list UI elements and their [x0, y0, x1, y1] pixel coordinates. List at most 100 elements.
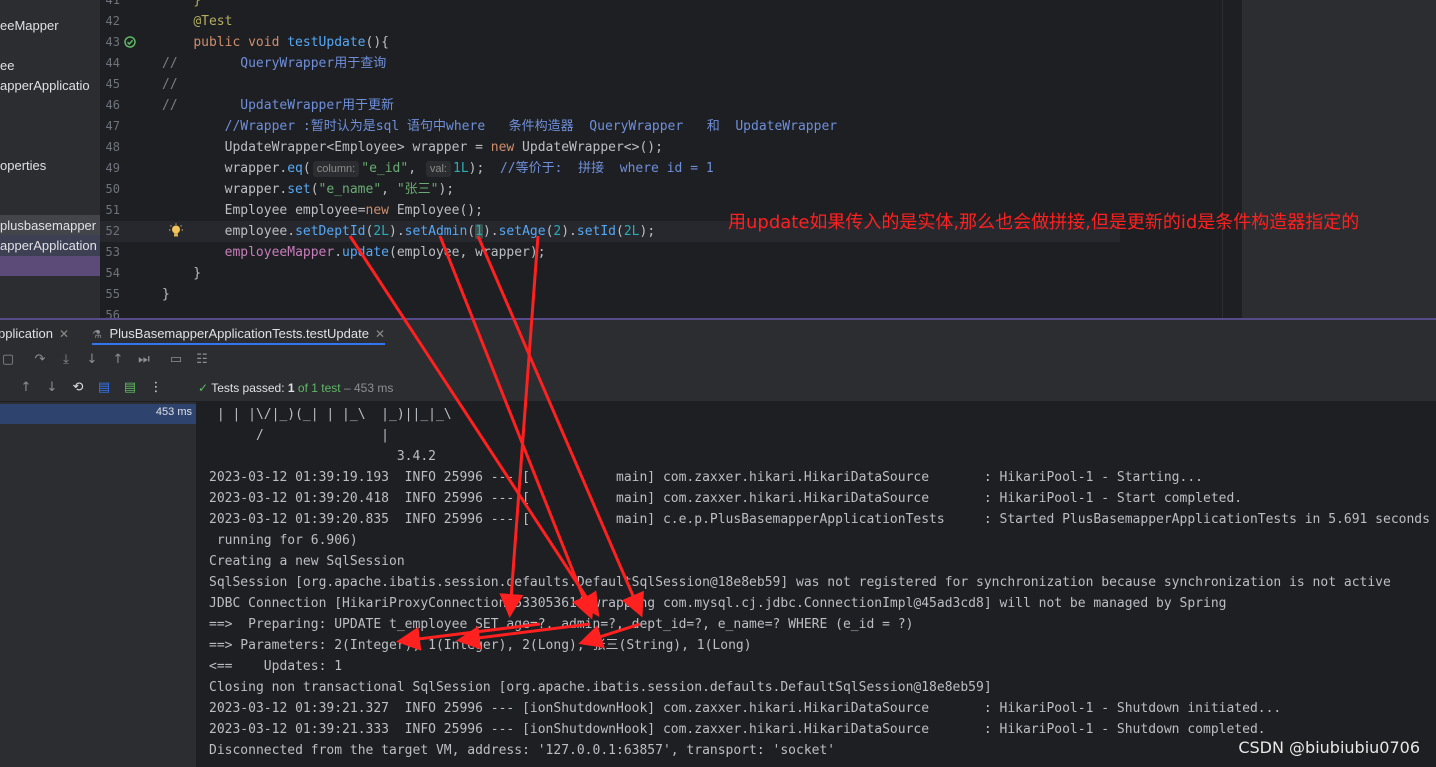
code-text: Employee employee=new Employee(); — [224, 203, 483, 218]
close-icon[interactable]: ✕ — [375, 327, 385, 341]
code-line: 43 public void testUpdate(){ — [100, 32, 1120, 53]
console-line: 3.4.2 — [209, 449, 436, 464]
prev-failed-icon[interactable]: ↑ — [18, 380, 34, 396]
step-down-icon[interactable]: ⤓ — [58, 352, 74, 368]
console-line: Disconnected from the target VM, address… — [209, 743, 836, 758]
code-line: 42 @Test — [100, 11, 1120, 32]
line-number: 42 — [105, 14, 120, 28]
console-output[interactable]: | | |\/|_)(_| | |_\ |_)||_|_\ / | 3.4.2 … — [196, 402, 1436, 767]
watermark: CSDN @biubiubiu0706 — [1238, 738, 1420, 757]
code-line: 46 // UpdateWrapper用于更新 — [100, 95, 1120, 116]
code-text: @Test — [193, 14, 233, 29]
console-line: Closing non transactional SqlSession [or… — [209, 680, 992, 695]
right-margin-guide — [1222, 0, 1223, 318]
line-number: 53 — [105, 245, 120, 259]
code-text: } — [193, 0, 202, 8]
annotation-note: 用update如果传入的是实体,那么也会做拼接,但是更新的id是条件构造器指定的 — [728, 212, 1360, 233]
console-line: 2023-03-12 01:39:19.193 INFO 25996 --- [… — [209, 470, 1203, 485]
code-text: wrapper.set("e_name", "张三"); — [162, 182, 455, 197]
code-line: 48 UpdateWrapper<Employee> wrapper = new… — [100, 137, 1120, 158]
console-line: 2023-03-12 01:39:20.418 INFO 25996 --- [… — [209, 491, 1243, 506]
console-line: ==> Parameters: 2(Integer), 1(Integer), … — [209, 638, 752, 653]
project-tree-item[interactable]: eeMapper — [0, 15, 59, 36]
project-tree-item-selected[interactable]: plusbasemapper — [0, 215, 100, 236]
line-number: 47 — [105, 119, 120, 133]
code-text: // QueryWrapper用于查询 — [162, 56, 387, 71]
code-line: 54 } — [100, 263, 1120, 284]
code-line: 50 wrapper.set("e_name", "张三"); — [100, 179, 1120, 200]
code-line: 47 //Wrapper :暂时认为是sql 语句中where 条件构造器 Qu… — [100, 116, 1120, 137]
test-tree: 453 ms — [0, 402, 196, 767]
run-tab-label: PlusBasemapperApplicationTests.testUpdat… — [109, 326, 369, 341]
status-of: of 1 test — [294, 381, 341, 395]
line-number: 51 — [105, 203, 120, 217]
code-line: 49 wrapper.eq(column: "e_id", val: 1L); //… — [100, 158, 1120, 179]
console-line: ==> Preparing: UPDATE t_employee SET age… — [209, 617, 914, 632]
code-line: 53 employeeMapper.update(employee, wrapp… — [100, 242, 1120, 263]
rerun-icon[interactable]: ↷ — [32, 352, 48, 368]
project-tree-item[interactable]: ee — [0, 55, 14, 76]
test-toolbar: ↑ ↓ ⟲ ▤ ▤ ⋮ ✓ Tests passed: 1 of 1 test … — [0, 374, 1436, 402]
console-line: SqlSession [org.apache.ibatis.session.de… — [209, 575, 1391, 590]
status-passed-count: 1 — [287, 381, 295, 395]
test-tree-row[interactable]: 453 ms — [0, 404, 196, 424]
step-into-icon[interactable]: ↓ — [84, 352, 100, 368]
code-text: //Wrapper :暂时认为是sql 语句中where 条件构造器 Query… — [224, 119, 838, 134]
run-to-cursor-icon[interactable]: ⏭ — [136, 352, 152, 368]
console-line: running for 6.906) — [209, 533, 358, 548]
line-number: 50 — [105, 182, 120, 196]
code-text: employee.setDeptId(2L).setAdmin(1).setAg… — [162, 224, 656, 239]
selection-highlight — [0, 256, 100, 276]
check-icon: ✓ — [198, 381, 209, 395]
param-hint: val: — [425, 161, 451, 177]
project-tree-item[interactable]: apperApplicatio — [0, 75, 90, 96]
code-text: UpdateWrapper<Employee> wrapper = new Up… — [224, 140, 663, 155]
export-icon[interactable]: ▤ — [96, 380, 112, 396]
step-out-icon[interactable]: ↑ — [110, 352, 126, 368]
line-number: 56 — [105, 308, 120, 318]
test-passed-gutter-icon[interactable] — [124, 36, 136, 48]
run-tab[interactable]: pplication ✕ — [0, 323, 69, 345]
close-icon[interactable]: ✕ — [59, 327, 69, 341]
code-line: 56 — [100, 305, 1120, 318]
code-editor[interactable]: 41 } 42 @Test 43 public void testUpdate(… — [100, 0, 1436, 318]
line-number: 41 — [105, 0, 120, 7]
next-failed-icon[interactable]: ↓ — [44, 380, 60, 396]
console-line: | | |\/|_)(_| | |_\ |_)||_|_\ — [209, 407, 452, 422]
test-tube-icon: ⚗ — [92, 329, 102, 341]
code-text: // — [162, 77, 178, 92]
line-number: 55 — [105, 287, 120, 301]
run-tab-active[interactable]: ⚗ PlusBasemapperApplicationTests.testUpd… — [92, 323, 385, 345]
line-number: 54 — [105, 266, 120, 280]
more-icon[interactable]: ⋮ — [148, 380, 164, 396]
run-tab-bar: pplication ✕ ⚗ PlusBasemapperApplicationT… — [0, 318, 1436, 346]
history-icon[interactable]: ⟲ — [70, 380, 86, 396]
code-line: 41 } — [100, 0, 1120, 11]
code-text: employeeMapper.update(employee, wrapper)… — [224, 245, 546, 260]
test-duration: 453 ms — [155, 406, 192, 418]
project-tree-item[interactable]: operties — [0, 155, 46, 176]
param-hint: column: — [312, 161, 360, 177]
console-line: 2023-03-12 01:39:21.327 INFO 25996 --- [… — [209, 701, 1282, 716]
layout-icon[interactable]: ▢ — [0, 352, 16, 368]
console-line: Creating a new SqlSession — [209, 554, 405, 569]
code-line: 45 // — [100, 74, 1120, 95]
code-text: } — [162, 266, 202, 281]
line-number: 43 — [105, 35, 120, 49]
line-number: 49 — [105, 161, 120, 175]
line-number: 45 — [105, 77, 120, 91]
run-toolbar: ▢ ↷ ⤓ ↓ ↑ ⏭ ▭ ☷ — [0, 346, 1436, 374]
import-icon[interactable]: ▤ — [122, 380, 138, 396]
project-tree-item[interactable]: apperApplication — [0, 235, 100, 256]
console-line: 2023-03-12 01:39:20.835 INFO 25996 --- [… — [209, 512, 1436, 527]
line-number: 52 — [105, 224, 120, 238]
line-number: 44 — [105, 56, 120, 70]
test-status: ✓ Tests passed: 1 of 1 test – 453 ms — [198, 380, 393, 396]
console-line: JDBC Connection [HikariProxyConnection@5… — [209, 596, 1227, 611]
settings-icon[interactable]: ☷ — [194, 352, 210, 368]
code-text: // UpdateWrapper用于更新 — [162, 98, 395, 113]
terminal-icon[interactable]: ▭ — [168, 352, 184, 368]
status-prefix: Tests passed: — [211, 381, 288, 395]
code-text: } — [162, 287, 170, 302]
console-line: 2023-03-12 01:39:21.333 INFO 25996 --- [… — [209, 722, 1266, 737]
